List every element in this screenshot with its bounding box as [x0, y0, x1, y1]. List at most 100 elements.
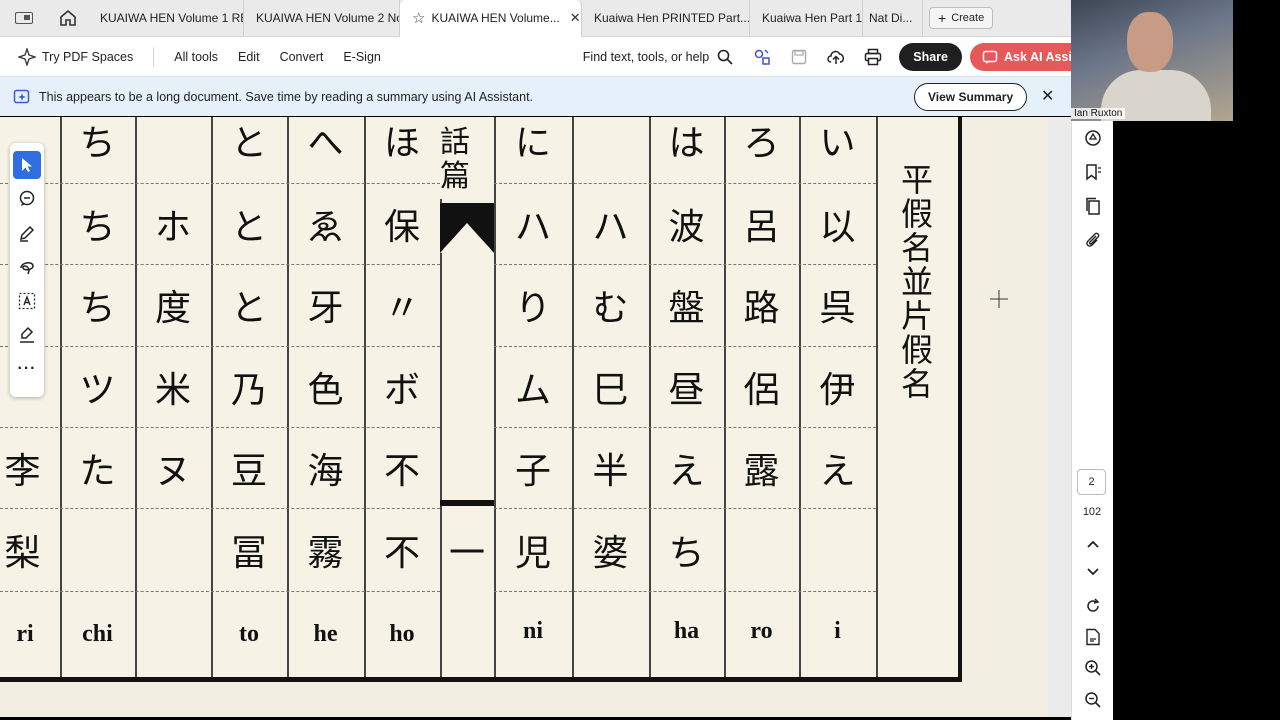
zoom-in-button[interactable]	[1082, 657, 1104, 679]
kana-cell: 波	[668, 206, 705, 248]
comment-icon	[19, 190, 35, 206]
kana-cell: 度	[154, 288, 191, 329]
create-button[interactable]: + Create	[929, 7, 994, 29]
cursor-arrow-icon	[22, 158, 32, 172]
kana-cell: ろ	[743, 122, 780, 164]
kana-cell: ほ	[383, 122, 420, 164]
tab-kuaiwa-active[interactable]: ☆ KUAIWA HEN Volume... ✕	[400, 0, 582, 37]
tab-kuaiwa-part1[interactable]: Kuaiwa Hen Part 1	[750, 0, 863, 37]
zoom-in-icon	[1085, 660, 1101, 676]
romaji-cell: ho	[389, 620, 415, 647]
next-page-button[interactable]	[1082, 561, 1104, 583]
ask-ai-label: Ask AI Assistant	[1004, 50, 1071, 64]
bookmarks-button[interactable]	[1082, 161, 1104, 183]
ai-tools-icon	[754, 49, 770, 65]
signature-pen-icon	[20, 326, 34, 343]
main-toolbar: Try PDF Spaces All tools Edit Convert E-…	[0, 37, 1071, 77]
ask-ai-assistant-button[interactable]: Ask AI Assistant	[970, 43, 1071, 71]
select-tool-button[interactable]	[13, 151, 41, 179]
home-button[interactable]	[48, 0, 88, 37]
kana-cell: 昼	[668, 369, 705, 411]
ai-tools-button[interactable]	[743, 37, 780, 77]
edit-menu[interactable]: Edit	[238, 50, 260, 64]
find-search-box[interactable]: Find text, tools, or help	[583, 49, 733, 65]
all-tools-menu[interactable]: All tools	[174, 50, 218, 64]
kana-cell: 梨	[4, 532, 41, 574]
kana-cell: ち	[668, 532, 705, 574]
kana-cell: 色	[307, 369, 344, 411]
kana-cell: ボ	[383, 369, 420, 411]
zoom-out-icon	[1085, 692, 1101, 708]
document-scrollbar[interactable]	[1048, 117, 1071, 717]
ai-chat-icon	[1085, 130, 1101, 146]
kana-cell: ち	[79, 288, 116, 329]
page-fit-button[interactable]	[1082, 626, 1104, 648]
panel-icon	[15, 12, 33, 24]
kana-cell: 呂	[743, 206, 780, 248]
previous-page-button[interactable]	[1082, 533, 1104, 555]
ai-chat-button[interactable]	[1082, 127, 1104, 149]
close-banner-icon[interactable]: ✕	[1041, 86, 1054, 106]
highlight-tool-button[interactable]	[13, 219, 41, 247]
copy-pages-icon	[1086, 197, 1100, 215]
sign-tool-button[interactable]	[13, 321, 41, 349]
kana-cell: 牙	[307, 288, 344, 329]
romaji-cell: ro	[750, 617, 773, 644]
tab-kuaiwa-printed[interactable]: Kuaiwa Hen PRINTED Part...	[582, 0, 750, 37]
pdf-page: 話篇 ち と へ ほ に は ろ い ち ホ と ゑ 保 ハ ハ 波 呂 以 ち…	[0, 117, 962, 682]
home-icon	[60, 9, 76, 26]
tab-kuaiwa-vol2[interactable]: KUAIWA HEN Volume 2 No...	[244, 0, 400, 37]
current-page-input[interactable]: 2	[1077, 469, 1106, 495]
spaces-icon	[18, 47, 36, 66]
kana-cell: む	[592, 288, 629, 329]
save-button[interactable]	[780, 37, 817, 77]
find-label: Find text, tools, or help	[582, 50, 710, 64]
kana-cell: ハ	[592, 206, 629, 248]
pages-button[interactable]	[1082, 195, 1104, 217]
kana-cell: は	[668, 122, 705, 164]
kana-cell: 侶	[743, 369, 780, 411]
close-tab-icon[interactable]: ✕	[570, 10, 581, 26]
tab-kuaiwa-vol1[interactable]: KUAIWA HEN Volume 1 RE...	[88, 0, 244, 37]
share-label: Share	[913, 50, 948, 64]
all-tools-label: All tools	[174, 49, 219, 64]
quick-tools-panel: ···	[10, 143, 44, 397]
tab-nat-di[interactable]: Nat Di...	[863, 0, 923, 37]
search-icon	[717, 49, 733, 65]
tab-label: Kuaiwa Hen Part 1	[762, 11, 863, 25]
kana-cell: 呉	[819, 288, 856, 329]
view-summary-button[interactable]: View Summary	[914, 83, 1028, 111]
share-button[interactable]: Share	[899, 43, 962, 71]
text-select-tool-button[interactable]	[13, 287, 41, 315]
romaji-cell: he	[313, 620, 338, 647]
panel-toggle-button[interactable]	[0, 0, 48, 37]
attachments-button[interactable]	[1082, 229, 1104, 251]
zoom-out-button[interactable]	[1082, 689, 1104, 711]
kana-cell: 一	[448, 532, 485, 574]
cloud-upload-icon	[827, 50, 844, 64]
ai-assistant-icon	[982, 50, 998, 64]
kana-cell: ヌ	[154, 450, 191, 492]
upload-button[interactable]	[817, 37, 854, 77]
romaji-cell: ha	[673, 617, 700, 644]
tab-label: KUAIWA HEN Volume 2 No...	[256, 11, 400, 25]
chevron-down-icon	[1087, 568, 1099, 576]
draw-tool-button[interactable]	[13, 253, 41, 281]
star-icon[interactable]: ☆	[412, 9, 425, 27]
more-icon: ···	[17, 360, 37, 377]
kana-cell: 〃	[383, 288, 420, 329]
comment-tool-button[interactable]	[13, 185, 41, 213]
kana-cell: ゑ	[307, 206, 344, 248]
convert-menu[interactable]: Convert	[280, 50, 324, 64]
grid-line	[876, 117, 878, 677]
document-viewport[interactable]: 話篇 ち と へ ほ に は ろ い ち ホ と ゑ 保 ハ ハ 波 呂 以 ち…	[0, 117, 1048, 717]
esign-menu[interactable]: E-Sign	[343, 50, 381, 64]
kana-cell: 路	[743, 288, 780, 329]
print-button[interactable]	[854, 37, 891, 77]
more-tools-button[interactable]: ···	[13, 355, 41, 383]
romaji-cell: ri	[16, 620, 34, 647]
paperclip-icon	[1086, 232, 1100, 247]
rotate-button[interactable]	[1082, 595, 1104, 617]
kana-cell: 児	[514, 532, 551, 574]
try-pdf-spaces-button[interactable]: Try PDF Spaces	[18, 47, 133, 66]
